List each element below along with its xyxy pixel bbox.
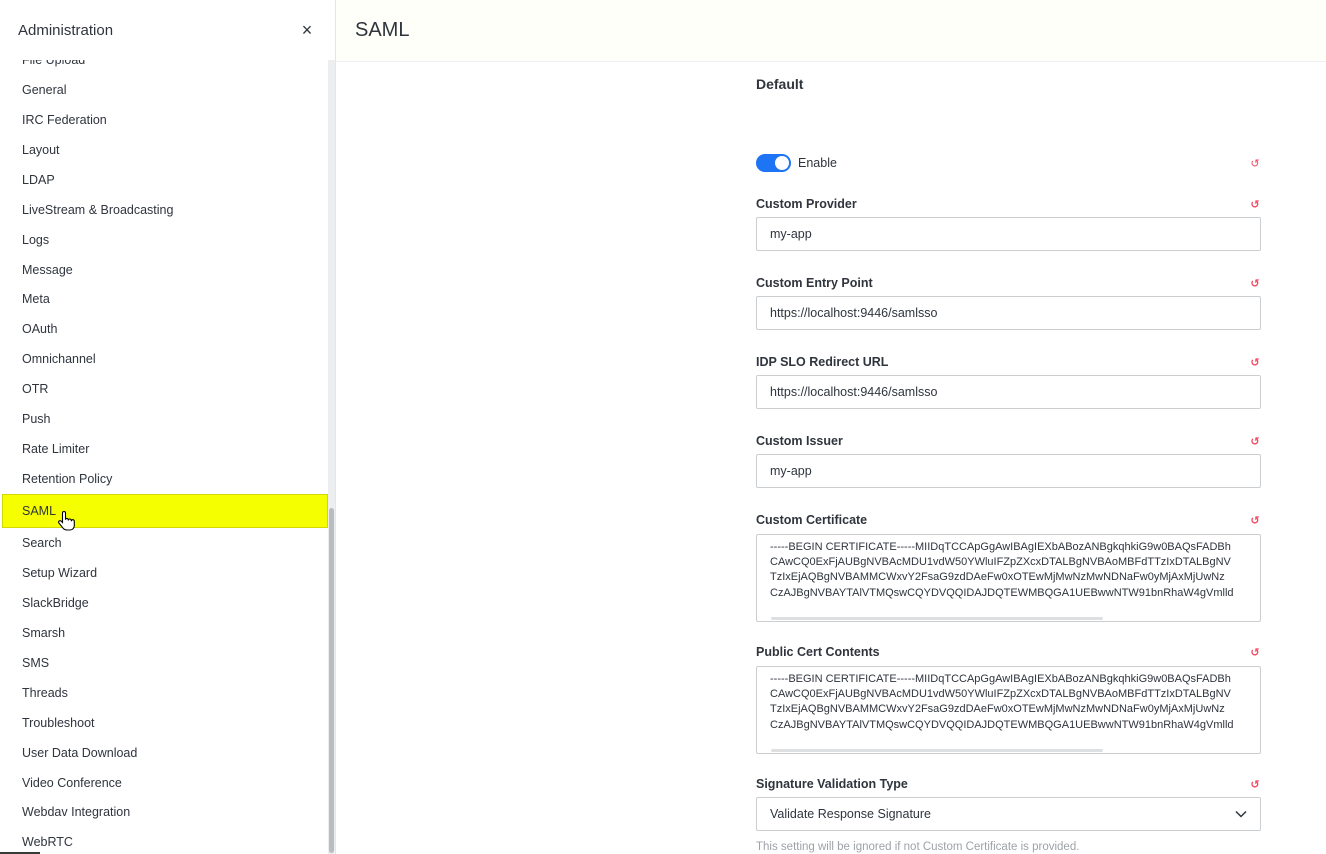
sidebar-item-message[interactable]: Message [0,255,328,285]
hand-pointer-icon [58,510,75,531]
sidebar-item-smarsh[interactable]: Smarsh [0,618,328,648]
sidebar-item-general[interactable]: General [0,75,328,105]
enable-toggle[interactable] [756,154,791,172]
chevron-down-icon [1235,810,1247,818]
sidebar-item-setup-wizard[interactable]: Setup Wizard [0,558,328,588]
custom-provider-setting: Custom Provider ↺ my-app [756,195,1262,251]
page-title: SAML [355,19,410,41]
sidebar-item-oauth[interactable]: OAuth [0,314,328,344]
sidebar-item-rate-limiter[interactable]: Rate Limiter [0,434,328,464]
certificate-line: -----BEGIN CERTIFICATE-----MIIDqTCCApGgA… [770,673,1231,685]
sidebar-item-irc-federation[interactable]: IRC Federation [0,105,328,135]
public-cert-contents-textarea[interactable]: -----BEGIN CERTIFICATE-----MIIDqTCCApGgA… [756,666,1261,754]
sidebar-item-omnichannel[interactable]: Omnichannel [0,344,328,374]
horizontal-scrollbar[interactable] [771,749,1103,752]
reset-icon[interactable]: ↺ [1250,435,1260,448]
close-icon[interactable]: × [297,20,317,41]
custom-provider-label: Custom Provider [756,197,857,211]
signature-validation-type-select[interactable]: Validate Response Signature [756,797,1261,831]
reset-icon[interactable]: ↺ [1250,277,1260,290]
custom-entry-point-label: Custom Entry Point [756,276,873,290]
sidebar-item-slackbridge[interactable]: SlackBridge [0,588,328,618]
enable-setting: Enable ↺ [756,153,1262,173]
certificate-line: CAwCQ0ExFjAUBgNVBAcMDU1vdW50YWluIFZpZXcx… [770,556,1231,569]
signature-validation-type-setting: Signature Validation Type ↺ Validate Res… [756,775,1262,853]
custom-issuer-input[interactable]: my-app [756,454,1261,488]
sidebar-list: File UploadGeneralIRC FederationLayoutLD… [0,60,328,854]
sidebar-item-search[interactable]: Search [0,528,328,558]
certificate-line: TzIxEjAQBgNVBAMMCWxvY2FsaG9zdDAeFw0xOTEw… [770,703,1225,716]
sidebar-item-webrtc[interactable]: WebRTC [0,827,328,854]
sidebar-item-ldap[interactable]: LDAP [0,165,328,195]
sidebar-item-layout[interactable]: Layout [0,135,328,165]
reset-icon[interactable]: ↺ [1250,514,1260,527]
sidebar-item-retention-policy[interactable]: Retention Policy [0,464,328,494]
sidebar-title: Administration [18,21,114,39]
reset-icon[interactable]: ↺ [1250,198,1260,211]
custom-entry-point-setting: Custom Entry Point ↺ https://localhost:9… [756,274,1262,330]
custom-certificate-textarea[interactable]: -----BEGIN CERTIFICATE-----MIIDqTCCApGgA… [756,534,1261,622]
idp-slo-redirect-url-input[interactable]: https://localhost:9446/samlsso [756,375,1261,409]
horizontal-scrollbar[interactable] [771,617,1103,620]
public-cert-contents-setting: Public Cert Contents ↺ -----BEGIN CERTIF… [756,643,1262,754]
setting-hint: This setting will be ignored if not Cust… [756,841,1080,853]
certificate-line: CzAJBgNVBAYTAlVTMQswCQYDVQQIDAJDQTEWMBQG… [770,586,1234,599]
sidebar-item-user-data-download[interactable]: User Data Download [0,738,328,768]
certificate-line: TzIxEjAQBgNVBAMMCWxvY2FsaG9zdDAeFw0xOTEw… [770,571,1225,584]
sidebar-item-push[interactable]: Push [0,404,328,434]
sidebar-scrollbar[interactable] [328,60,335,854]
custom-provider-input[interactable]: my-app [756,217,1261,251]
sidebar-item-threads[interactable]: Threads [0,678,328,708]
sidebar-item-sms[interactable]: SMS [0,648,328,678]
select-value: Validate Response Signature [770,807,931,821]
custom-issuer-label: Custom Issuer [756,434,843,448]
main-header: SAML [336,0,1326,62]
sidebar-item-webdav-integration[interactable]: Webdav Integration [0,798,328,828]
sidebar-item-saml[interactable]: SAML [2,494,328,529]
reset-icon[interactable]: ↺ [1250,778,1260,791]
sidebar-item-otr[interactable]: OTR [0,374,328,404]
sidebar-item-logs[interactable]: Logs [0,225,328,255]
sidebar-item-meta[interactable]: Meta [0,285,328,315]
signature-validation-type-label: Signature Validation Type [756,777,908,791]
custom-certificate-label: Custom Certificate [756,513,868,527]
idp-slo-redirect-url-label: IDP SLO Redirect URL [756,355,889,369]
section-title: Default [756,76,804,92]
public-cert-contents-label: Public Cert Contents [756,645,880,659]
certificate-line: -----BEGIN CERTIFICATE-----MIIDqTCCApGgA… [770,541,1231,553]
admin-sidebar: Administration × File UploadGeneralIRC F… [0,0,336,854]
enable-label: Enable [798,156,837,170]
sidebar-item-troubleshoot[interactable]: Troubleshoot [0,708,328,738]
idp-slo-redirect-url-setting: IDP SLO Redirect URL ↺ https://localhost… [756,353,1262,409]
sidebar-item-video-conference[interactable]: Video Conference [0,768,328,798]
settings-content: Default Enable ↺ Custom Provider ↺ my-ap… [756,62,1262,854]
reset-icon[interactable]: ↺ [1250,157,1260,170]
sidebar-item-livestream-broadcasting[interactable]: LiveStream & Broadcasting [0,195,328,225]
certificate-line: CzAJBgNVBAYTAlVTMQswCQYDVQQIDAJDQTEWMBQG… [770,718,1234,731]
reset-icon[interactable]: ↺ [1250,646,1260,659]
toggle-knob [775,156,789,170]
custom-certificate-setting: Custom Certificate ↺ -----BEGIN CERTIFIC… [756,511,1262,622]
reset-icon[interactable]: ↺ [1250,356,1260,369]
sidebar-item-file-upload[interactable]: File Upload [0,60,328,75]
certificate-line: CAwCQ0ExFjAUBgNVBAcMDU1vdW50YWluIFZpZXcx… [770,688,1231,701]
sidebar-header: Administration × [0,0,335,60]
custom-entry-point-input[interactable]: https://localhost:9446/samlsso [756,296,1261,330]
custom-issuer-setting: Custom Issuer ↺ my-app [756,432,1262,488]
main-panel: SAML Default Enable ↺ Custom Provider ↺ … [336,0,1326,854]
sidebar-scrollbar-thumb[interactable] [329,508,334,853]
